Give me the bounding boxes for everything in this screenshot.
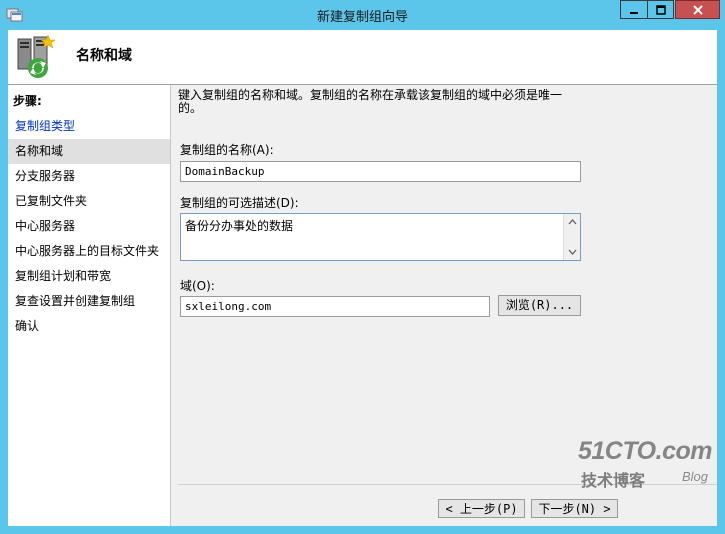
- close-button[interactable]: [675, 0, 720, 19]
- steps-list: 复制组类型 名称和域 分支服务器 已复制文件夹 中心服务器 中心服务器上的目标文…: [8, 114, 170, 339]
- description-scrollbar[interactable]: [563, 214, 580, 260]
- step-review-create: 复查设置并创建复制组: [15, 294, 136, 308]
- scroll-up-button[interactable]: [564, 214, 580, 230]
- steps-sidebar: 步骤: 复制组类型 名称和域 分支服务器 已复制文件夹 中心服务器 中心服务器上…: [8, 85, 171, 526]
- steps-heading: 步骤:: [13, 94, 42, 108]
- description-line-1: 键入复制组的名称和域。复制组的名称在承载该复制组的域中必须是唯一: [178, 88, 563, 102]
- group-description-text: 备份分办事处的数据: [185, 219, 294, 233]
- step-branch-server: 分支服务器: [15, 169, 76, 183]
- step-hub-server: 中心服务器: [15, 219, 76, 233]
- group-name-label: 复制组的名称(A):: [180, 143, 274, 157]
- chevron-up-icon: [568, 219, 576, 225]
- next-button[interactable]: 下一步(N) >: [531, 499, 618, 518]
- step-replication-group-type[interactable]: 复制组类型: [8, 114, 170, 139]
- wizard-client-area: 名称和域 步骤: 复制组类型 名称和域 分支服务器 已复制文件夹 中心服务器 中…: [8, 30, 717, 526]
- step-replicated-folders: 已复制文件夹: [15, 194, 88, 208]
- step-confirmation: 确认: [15, 319, 40, 333]
- scroll-down-button[interactable]: [564, 244, 580, 260]
- minimize-button[interactable]: [620, 0, 647, 19]
- wizard-header: 名称和域: [8, 30, 717, 85]
- step-schedule-bandwidth: 复制组计划和带宽: [15, 269, 112, 283]
- window-title: 新建复制组向导: [316, 10, 408, 25]
- group-name-input[interactable]: DomainBackup: [180, 161, 581, 182]
- description-line-2: 的。: [178, 101, 203, 115]
- minimize-icon: [630, 11, 638, 14]
- maximize-button[interactable]: [647, 0, 674, 19]
- domain-input[interactable]: sxleilong.com: [180, 296, 490, 317]
- replication-servers-icon: [14, 33, 62, 81]
- close-icon: [692, 4, 703, 15]
- group-description-textarea[interactable]: 备份分办事处的数据: [180, 213, 581, 261]
- domain-label: 域(O):: [180, 279, 215, 293]
- page-description: 键入复制组的名称和域。复制组的名称在承载该复制组的域中必须是唯一 的。: [178, 89, 578, 115]
- page-title: 名称和域: [76, 48, 132, 64]
- step-name-and-domain: 名称和域: [8, 139, 170, 164]
- browse-button[interactable]: 浏览(R)...: [498, 295, 581, 316]
- chevron-down-icon: [568, 249, 576, 255]
- maximize-icon: [655, 4, 666, 15]
- back-button[interactable]: < 上一步(P): [438, 499, 525, 518]
- footer-divider: [178, 484, 717, 485]
- title-bar: 新建复制组向导: [0, 0, 725, 30]
- group-description-label: 复制组的可选描述(D):: [180, 196, 299, 210]
- step-hub-target-folder: 中心服务器上的目标文件夹: [15, 244, 160, 258]
